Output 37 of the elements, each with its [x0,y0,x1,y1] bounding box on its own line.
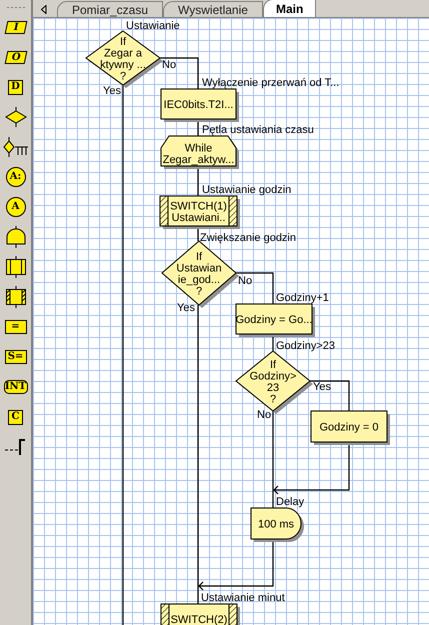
grip-icon [6,6,26,9]
connector-label: Wyłączenie przerwań od T... [202,77,340,89]
triangle-left-icon [41,4,47,14]
goto-tool-button[interactable]: A [6,195,26,219]
connector-label: Godziny>23 [276,340,336,352]
select-tool-button[interactable] [2,135,28,159]
process-node[interactable]: Godziny = 0 [310,410,390,445]
process-node[interactable]: Godziny = Go... [236,304,315,337]
delay-node[interactable]: 100 ms [250,508,304,542]
branch-label: Yes [313,381,331,393]
connector-label: Pętla ustawiania czasu [202,124,314,136]
tab[interactable]: Main [262,0,316,17]
branch-label: Yes [103,85,121,97]
process-node[interactable]: IEC0bits.T2I... [160,88,239,122]
dome-icon [4,226,26,248]
switch-node[interactable]: SWITCH(1) Ustawiani.. [160,196,240,229]
diamond-comb-icon [2,137,28,157]
connector-label: Godziny+1 [276,292,329,304]
connector-label: Ustawianie minut [201,592,285,604]
bracket-icon [4,438,28,456]
decision-tool-button[interactable] [4,105,28,129]
diamond-icon [4,107,28,127]
connector-label: Ustawianie [126,20,180,32]
label-tool-button[interactable]: A: [6,165,26,189]
loop-node[interactable]: While Zegar_aktyw... [160,136,239,169]
subroutine-icon [4,256,26,278]
connector-label: Delay [276,496,304,508]
connector-label: Ustawianie godzin [202,184,292,196]
tab[interactable]: Pomiar_czasu [57,1,164,17]
switch-tool-button[interactable] [4,285,26,309]
branch-label: No [162,59,176,71]
tab[interactable]: Wyswietlanie [163,1,263,17]
branch-label: No [238,275,252,287]
subroutine-tool-button[interactable] [4,255,26,279]
hatched-box-icon [4,286,26,308]
switch-node[interactable]: SWITCH(2) [160,604,240,625]
delay-tool-button[interactable] [4,225,26,249]
